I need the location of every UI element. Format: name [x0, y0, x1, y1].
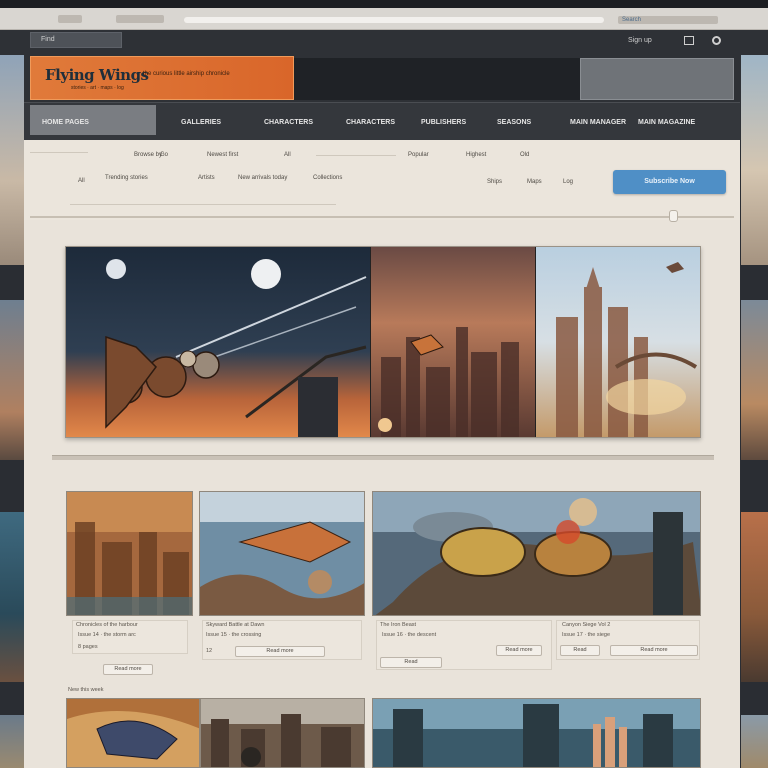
logo-tagline: the curious little airship chronicle	[143, 71, 230, 77]
filter-ships[interactable]: Ships	[487, 179, 502, 185]
nav-item-galleries[interactable]: GALLERIES	[181, 119, 221, 126]
filter-new-arrivals[interactable]: New arrivals today	[238, 175, 287, 181]
card-subtitle: Issue 15 · the crossing	[206, 632, 262, 638]
filter-underline	[30, 152, 88, 153]
filter-artists[interactable]: Artists	[198, 175, 215, 181]
nav-item-manager[interactable]: MAIN MANAGER	[570, 119, 626, 126]
card-image-crystal-city[interactable]	[372, 698, 701, 768]
hero-art-3	[536, 247, 700, 437]
card-art	[67, 699, 199, 767]
card-art	[373, 492, 700, 615]
nav-item-characters-2[interactable]: CHARACTERS	[346, 119, 395, 126]
signup-link[interactable]: Sign up	[628, 37, 652, 44]
address-bar[interactable]	[184, 17, 604, 23]
filter-browse[interactable]: Browse by	[134, 152, 162, 158]
card-image-sky-battle[interactable]	[199, 491, 365, 616]
hero-panel-city-dusk[interactable]	[371, 247, 535, 437]
filter-collections[interactable]: Collections	[313, 175, 342, 181]
filter-old[interactable]: Old	[520, 152, 529, 158]
filter-all-2[interactable]: All	[78, 178, 85, 184]
slider-handle[interactable]	[669, 210, 678, 222]
read-more-button[interactable]: Read more	[610, 645, 698, 656]
window-top-strip	[0, 0, 768, 8]
card-subtitle: Issue 16 · the descent	[382, 632, 437, 638]
filter-underline	[70, 204, 336, 205]
header-banner-slot	[294, 58, 580, 100]
side-scenery	[741, 55, 768, 265]
card-art	[200, 492, 364, 615]
side-scenery	[741, 512, 768, 682]
hero-art-2	[371, 247, 535, 437]
browser-tab[interactable]	[58, 15, 82, 23]
filter-go[interactable]: Go	[160, 152, 168, 158]
card-image-desert-rider[interactable]	[66, 698, 200, 768]
read-more-button[interactable]: Read more	[496, 645, 542, 656]
read-button[interactable]: Read	[380, 657, 442, 668]
site-logo[interactable]: Flying Wings the curious little airship …	[30, 56, 294, 100]
card-art	[373, 699, 700, 767]
nav-item-magazine[interactable]: MAIN MAGAZINE	[638, 119, 695, 126]
section-divider	[30, 216, 734, 218]
filter-maps[interactable]: Maps	[527, 179, 542, 185]
card-title[interactable]: Skyward Battle at Dawn	[206, 622, 264, 628]
card-art	[67, 492, 192, 615]
nav-item-seasons[interactable]: SEASONS	[497, 119, 531, 126]
card-image-iron-beast[interactable]	[372, 491, 701, 616]
nav-item-publishers[interactable]: PUBLISHERS	[421, 119, 466, 126]
side-scenery	[741, 300, 768, 460]
filter-popular[interactable]: Popular	[408, 152, 429, 158]
read-more-button[interactable]: Read more	[235, 646, 325, 657]
read-more-button[interactable]: Read more	[103, 664, 153, 675]
side-scenery	[0, 715, 24, 768]
logo-title: Flying Wings	[45, 66, 149, 84]
card-subtitle: Issue 14 · the storm arc	[78, 632, 136, 638]
card-image-harbour[interactable]	[66, 491, 193, 616]
read-button[interactable]: Read	[560, 645, 600, 656]
card-title[interactable]: The Iron Beast	[380, 622, 416, 628]
nav-item-characters[interactable]: CHARACTERS	[264, 119, 313, 126]
header-search-label: Find	[41, 36, 55, 43]
filter-trending[interactable]: Trending stories	[105, 175, 148, 181]
side-scenery	[0, 300, 24, 460]
side-scenery	[0, 512, 24, 682]
subscribe-button[interactable]: Subscribe Now	[613, 170, 726, 194]
header-ad-slot	[580, 58, 734, 100]
bookmark-icon[interactable]	[684, 36, 694, 45]
header-search-box[interactable]: Find	[30, 32, 122, 48]
filter-all[interactable]: All	[284, 152, 291, 158]
card-image-ruins[interactable]	[200, 698, 365, 768]
user-icon[interactable]	[712, 36, 721, 45]
card-pages: 12	[206, 648, 213, 654]
browser-toolbar: Search	[0, 8, 768, 30]
logo-subtitle: stories · art · maps · log	[71, 85, 124, 91]
hero-gallery[interactable]	[65, 246, 701, 438]
card-title[interactable]: Canyon Siege Vol 2	[562, 622, 610, 628]
side-scenery	[741, 715, 768, 768]
filter-underline	[316, 155, 396, 156]
filter-log[interactable]: Log	[563, 179, 573, 185]
card-pages: 8 pages	[78, 644, 98, 650]
filter-highest[interactable]: Highest	[466, 152, 486, 158]
hero-shelf	[52, 455, 714, 460]
card-art	[201, 699, 364, 767]
hero-panel-tower-bridge[interactable]	[536, 247, 700, 437]
browser-search-label: Search	[622, 17, 642, 23]
hero-panel-airship-night[interactable]	[66, 247, 370, 437]
hero-art-1	[66, 247, 370, 437]
filter-newest[interactable]: Newest first	[207, 152, 238, 158]
card-title[interactable]: Chronicles of the harbour	[76, 622, 138, 628]
nav-item-home[interactable]: HOME PAGES	[42, 119, 89, 126]
card-subtitle: Issue 17 · the siege	[562, 632, 611, 638]
side-scenery	[0, 55, 24, 265]
section-caption: New this week	[68, 687, 104, 693]
browser-tab[interactable]	[116, 15, 164, 23]
